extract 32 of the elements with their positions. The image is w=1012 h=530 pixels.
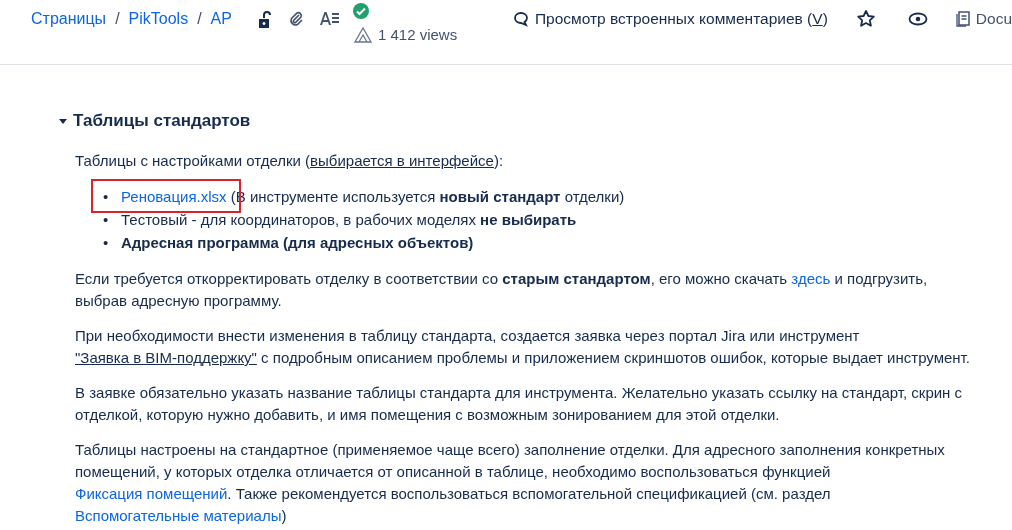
paragraph: При необходимости внести изменения в таблицу стандарта, создается заявка через портал Jira или инструмент "Заявка в BIM-поддержку" с подробным описанием проблемы и приложением скриншотов ошибок, которые выдает инструмент. — [75, 326, 971, 368]
list-item: Тестовый - для координаторов, в рабочих моделях не выбирать — [121, 210, 577, 230]
paragraph: Таблицы с настройками отделки (выбирается в интерфейсе): — [75, 151, 505, 171]
list-item: Адресная программа (для адресных объектов) — [121, 233, 474, 253]
bullet-marker: • — [103, 233, 110, 253]
document-icon — [955, 11, 970, 27]
link[interactable]: здесь — [791, 270, 831, 287]
paperclip-icon[interactable] — [287, 11, 304, 27]
breadcrumb-separator: / — [115, 9, 120, 29]
paragraph: Если требуется откорректировать отделку в соответствии со старым стандартом, его можно скачать здесь и подгрузить, выбрав адресную программу. — [75, 269, 929, 311]
bullet-marker: • — [103, 187, 110, 207]
breadcrumb-link[interactable]: AP — [210, 9, 232, 29]
bullet-marker: • — [103, 210, 110, 230]
caret-icon[interactable] — [58, 116, 68, 126]
breadcrumb-separator: / — [197, 9, 202, 29]
paragraph: В заявке обязательно указать название таблицы стандарта для инструмента. Желательно указать ссылку на стандарт, скрин с отделкой, которую нужно добавить, и имя помещения с возможным зонированием для этой отделки. — [75, 383, 964, 425]
link[interactable]: Вспомогательные материалы — [75, 507, 282, 524]
star-icon[interactable] — [855, 9, 876, 29]
link[interactable]: "Заявка в BIM-поддержку" — [75, 349, 257, 366]
eye-icon[interactable] — [907, 12, 928, 26]
paragraph: Таблицы настроены на стандартное (применяемое чаще всего) заполнение отделки. Для адресного заполнения конкретных помещений, у которых отделка отличается от описанной в таблице, необходимо воспользоваться функцией Фиксация помещений. Также рекомендуется воспользоваться вспомогательной спецификацией (см. раздел Вспомогательные материалы) — [75, 440, 946, 526]
analytics-icon — [353, 26, 372, 43]
section-title[interactable]: Таблицы стандартов — [73, 111, 251, 131]
text-format-icon[interactable] — [319, 11, 340, 25]
view-count: 1 412 views — [377, 26, 458, 43]
breadcrumb-link[interactable]: Страницы — [31, 9, 107, 29]
link[interactable]: выбирается в интерфейсе — [310, 152, 494, 169]
link[interactable]: Реновация.xlsx — [121, 188, 227, 205]
document-button[interactable]: Docu — [955, 8, 1012, 30]
breadcrumb-link[interactable]: PikTools — [128, 9, 189, 29]
inline-comments-button[interactable]: Просмотр встроенных комментариев (V) — [512, 8, 828, 30]
comment-icon — [512, 11, 529, 27]
